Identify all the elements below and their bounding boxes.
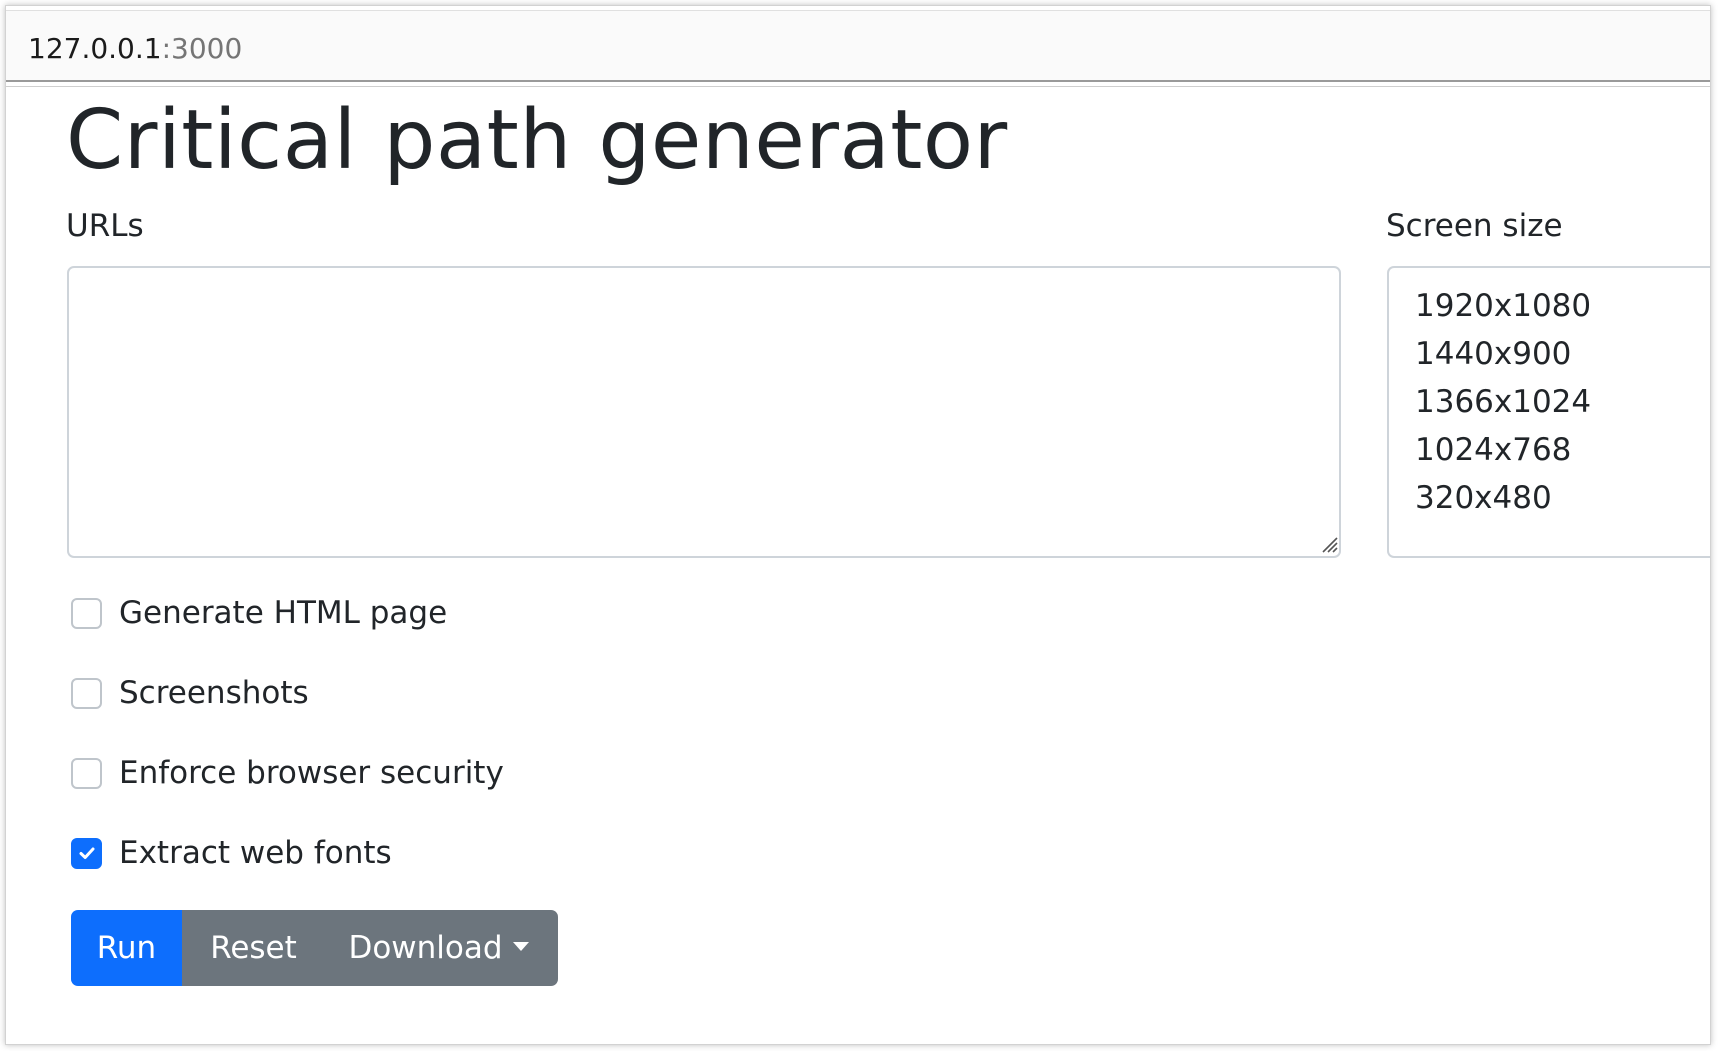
action-button-group: Run Reset Download xyxy=(71,910,558,986)
url-text[interactable]: 127.0.0.1:3000 xyxy=(28,31,242,67)
screen-size-option[interactable]: 320x480 xyxy=(1389,474,1710,522)
screen-size-label: Screen size xyxy=(1386,208,1563,244)
option-extract-fonts[interactable]: Extract web fonts xyxy=(71,833,392,873)
option-enforce-security[interactable]: Enforce browser security xyxy=(71,753,504,793)
extract-fonts-label: Extract web fonts xyxy=(119,835,392,871)
option-generate-html[interactable]: Generate HTML page xyxy=(71,593,447,633)
download-button-label: Download xyxy=(348,930,503,966)
screen-size-option[interactable]: 1366x1024 xyxy=(1389,378,1710,426)
reset-button[interactable]: Reset xyxy=(182,910,325,986)
caret-down-icon xyxy=(512,941,529,951)
address-bar[interactable]: 127.0.0.1:3000 xyxy=(6,10,1710,87)
screen-size-option[interactable]: 1920x1080 xyxy=(1389,282,1710,330)
option-screenshots[interactable]: Screenshots xyxy=(71,673,309,713)
screen-size-option[interactable]: 1440x900 xyxy=(1389,330,1710,378)
checkmark-icon xyxy=(79,847,94,859)
run-button-label: Run xyxy=(96,930,157,966)
screen-size-listbox[interactable]: 1920x1080 1440x900 1366x1024 1024x768 32… xyxy=(1387,266,1710,558)
page-title: Critical path generator xyxy=(66,93,1008,188)
extract-fonts-checkbox[interactable] xyxy=(71,837,102,869)
urls-textarea[interactable] xyxy=(67,266,1341,558)
generate-html-label: Generate HTML page xyxy=(119,595,448,631)
screenshots-checkbox[interactable] xyxy=(71,677,102,709)
screen-size-option[interactable]: 1024x768 xyxy=(1389,426,1710,474)
url-host: 127.0.0.1 xyxy=(28,32,162,65)
download-dropdown-button[interactable]: Download xyxy=(325,910,558,986)
reset-button-label: Reset xyxy=(210,930,297,966)
run-button[interactable]: Run xyxy=(71,910,182,986)
url-port: :3000 xyxy=(161,32,243,65)
generate-html-checkbox[interactable] xyxy=(71,597,102,629)
enforce-security-checkbox[interactable] xyxy=(71,757,102,789)
screenshots-label: Screenshots xyxy=(119,675,309,711)
urls-label: URLs xyxy=(66,208,144,244)
enforce-security-label: Enforce browser security xyxy=(119,755,504,791)
resize-grip-icon[interactable] xyxy=(1320,535,1338,553)
browser-window: 127.0.0.1:3000 Critical path generator U… xyxy=(5,5,1711,1045)
